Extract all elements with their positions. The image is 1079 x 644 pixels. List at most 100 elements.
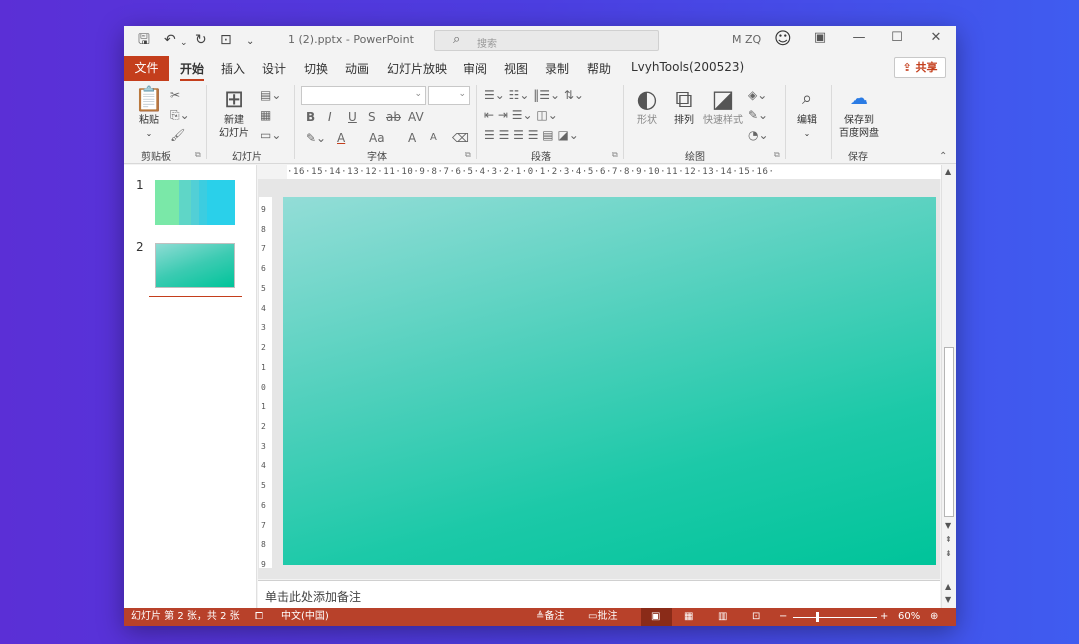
highlight-icon[interactable]: ✎⌄ [306, 130, 326, 146]
accessibility-icon[interactable]: ⧠ [255, 610, 263, 624]
font-name-combo[interactable]: ⌄ [301, 86, 426, 105]
notes-button[interactable]: ≜备注 [536, 610, 564, 624]
customize-toolbar-icon[interactable]: ⌄ [246, 33, 254, 51]
scroll-thumb[interactable] [944, 347, 954, 517]
zoom-slider-thumb[interactable] [816, 612, 819, 622]
clipboard-launcher-icon[interactable]: ⧉ [195, 150, 201, 160]
copy-icon[interactable]: ⎘⌄ [170, 107, 190, 123]
maximize-icon[interactable]: ☐ [885, 30, 909, 45]
comments-button[interactable]: ▭批注 [588, 610, 617, 624]
tab-view[interactable]: 视图 [504, 60, 528, 77]
present-icon[interactable]: ⊡ [220, 31, 232, 49]
undo-dropdown-icon[interactable]: ⌄ [180, 34, 188, 52]
zoom-in-icon[interactable]: + [880, 610, 888, 624]
fit-to-window-icon[interactable]: ⊕ [930, 610, 938, 624]
format-painter-icon[interactable]: 🖌 [170, 127, 185, 143]
paste-button[interactable]: 📋 粘贴 ⌄ [132, 84, 166, 140]
zoom-slider[interactable] [793, 617, 877, 618]
drawing-launcher-icon[interactable]: ⧉ [774, 150, 780, 160]
shadow-button[interactable]: S [368, 109, 376, 125]
font-size-combo[interactable]: ⌄ [428, 86, 470, 105]
font-launcher-icon[interactable]: ⧉ [465, 150, 471, 160]
next-slide-icon[interactable]: ⇟ [945, 549, 952, 558]
paragraph-launcher-icon[interactable]: ⧉ [612, 150, 618, 160]
edit-button[interactable]: ⌕ 编辑 ⌄ [790, 84, 824, 140]
scroll-down-icon[interactable]: ▼ [945, 521, 951, 530]
search-box[interactable]: ⌕ 搜索 [434, 30, 659, 51]
quick-styles-button[interactable]: ◪ 快速样式 [701, 84, 745, 127]
minimize-icon[interactable]: — [847, 30, 871, 45]
bullets-icon[interactable]: ☰⌄ ☷⌄ ‖☰⌄ ⇅⌄ [484, 87, 584, 103]
tab-home[interactable]: 开始 [180, 60, 205, 81]
language-indicator[interactable]: 中文(中国) [281, 610, 329, 624]
notes-scroll-up-icon[interactable]: ▲ [945, 582, 951, 591]
italic-button[interactable]: I [328, 109, 332, 125]
arrange-button[interactable]: ⧉ 排列 [667, 84, 701, 127]
separator [623, 85, 624, 159]
tab-insert[interactable]: 插入 [221, 60, 245, 77]
effects-icon[interactable]: ◔⌄ [748, 127, 769, 143]
fill-icon[interactable]: ◈⌄ [748, 87, 767, 103]
outline-icon[interactable]: ✎⌄ [748, 107, 768, 123]
zoom-level[interactable]: 60% [898, 610, 920, 624]
avatar[interactable]: ☺ [774, 29, 792, 49]
slide-thumbnail-2[interactable] [155, 243, 235, 288]
arrange-icon: ⧉ [675, 85, 693, 113]
bold-button[interactable]: B [306, 109, 315, 125]
tab-file[interactable]: 文件 [124, 56, 169, 81]
font-color-button[interactable]: A [337, 130, 345, 146]
ribbon-display-icon[interactable]: ▣ [808, 30, 832, 45]
document-title: 1 (2).pptx - PowerPoint [288, 33, 414, 46]
slide-sorter-icon[interactable]: ▦ [684, 610, 693, 624]
char-spacing-button[interactable]: AV [408, 109, 424, 125]
tab-design[interactable]: 设计 [262, 60, 286, 77]
redo-icon[interactable]: ↻ [195, 31, 207, 49]
prev-slide-icon[interactable]: ⇞ [945, 535, 952, 544]
user-name[interactable]: M ZQ [732, 33, 761, 46]
tab-lvyhtools[interactable]: LvyhTools(200523) [631, 60, 744, 74]
grow-font-button[interactable]: A [408, 130, 416, 146]
new-slide-button[interactable]: ⊞ 新建 幻灯片 [212, 84, 256, 140]
section-icon[interactable]: ▭⌄ [260, 127, 281, 143]
clear-format-icon[interactable]: ⌫ [452, 130, 469, 146]
slide-thumbnail-1[interactable] [155, 180, 235, 225]
vertical-scrollbar[interactable]: ▲ ▼ ⇞ ⇟ ▲ ▼ [941, 165, 956, 608]
collapse-ribbon-icon[interactable]: ⌃ [939, 151, 947, 162]
tab-animations[interactable]: 动画 [345, 60, 369, 77]
cut-icon[interactable]: ✂ [170, 87, 180, 103]
save-baidu-label-2: 百度网盘 [839, 128, 879, 139]
tab-review[interactable]: 审阅 [463, 60, 487, 77]
horizontal-ruler: ·16·15·14·13·12·11·10·9·8·7·6·5·4·3·2·1·… [287, 165, 942, 179]
close-icon[interactable]: ✕ [924, 30, 948, 45]
thumb-number: 2 [136, 240, 144, 254]
indent-icon[interactable]: ⇤ ⇥ ☰⌄ ◫⌄ [484, 107, 558, 123]
shrink-font-button[interactable]: A [430, 130, 437, 146]
scroll-up-icon[interactable]: ▲ [945, 167, 951, 176]
notes-pane[interactable]: 单击此处添加备注 [258, 580, 940, 608]
shapes-button[interactable]: ◐ 形状 [629, 84, 665, 127]
menu-bar: 文件 开始 插入 设计 切换 动画 幻灯片放映 审阅 视图 录制 帮助 Lvyh… [124, 54, 956, 81]
save-icon[interactable]: 🖫 [138, 31, 150, 49]
slideshow-icon[interactable]: ⊡ [752, 610, 760, 624]
save-baidu-button[interactable]: ☁ 保存到 百度网盘 [836, 84, 882, 140]
tab-record[interactable]: 录制 [545, 60, 569, 77]
underline-button[interactable]: U [348, 109, 357, 125]
reading-view-icon[interactable]: ▥ [718, 610, 727, 624]
align-icon[interactable]: ☰ ☰ ☰ ☰ ▤ ◪⌄ [484, 127, 579, 143]
tab-transitions[interactable]: 切换 [304, 60, 328, 77]
strikethrough-button[interactable]: ab [386, 109, 401, 125]
notes-scroll-down-icon[interactable]: ▼ [945, 595, 951, 604]
change-case-button[interactable]: Aa [369, 130, 385, 146]
current-slide[interactable] [283, 197, 936, 565]
new-slide-label-1: 新建 [224, 115, 244, 126]
group-paragraph: 段落 [531, 152, 551, 163]
reset-icon[interactable]: ▦ [260, 107, 271, 123]
tab-help[interactable]: 帮助 [587, 60, 611, 77]
undo-icon[interactable]: ↶ [164, 31, 176, 49]
quick-styles-label: 快速样式 [703, 115, 743, 126]
ruler-tick-label: 4 [261, 461, 266, 471]
share-button[interactable]: ⇪ 共享 [894, 57, 946, 78]
layout-icon[interactable]: ▤⌄ [260, 87, 281, 103]
zoom-out-icon[interactable]: − [779, 610, 787, 624]
tab-slideshow[interactable]: 幻灯片放映 [387, 60, 447, 77]
